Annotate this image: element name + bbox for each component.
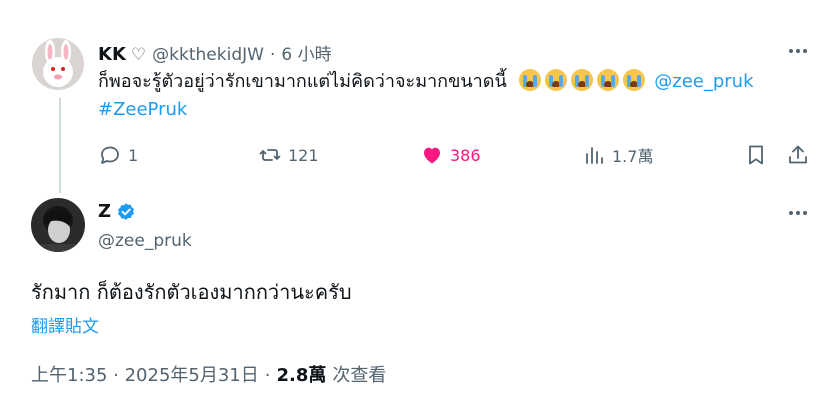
- kk-tweet-text: ก็พอจะรู้ตัวอยู่ว่ารักเขามากแต่ไม่คิดว่า…: [98, 68, 798, 124]
- loudly-crying-face-icon: [622, 69, 645, 91]
- views-count: 1.7萬: [612, 147, 654, 166]
- share-upload-icon: [789, 145, 807, 164]
- repost-icon: [259, 149, 281, 161]
- bookmark-button[interactable]: [744, 140, 768, 170]
- kk-tweet-body: ก็พอจะรู้ตัวอยู่ว่ารักเขามากแต่ไม่คิดว่า…: [98, 71, 507, 92]
- bookmark-icon: [749, 145, 763, 165]
- reply-timestamp[interactable]: 上午1:35 · 2025年5月31日: [31, 361, 259, 387]
- kk-handle[interactable]: @kkthekidJW: [152, 45, 264, 65]
- footer-separator: ·: [264, 365, 271, 386]
- kk-more-options-button[interactable]: [784, 41, 812, 61]
- zee-name-row: Z: [98, 201, 136, 222]
- heart-filled-icon: [424, 147, 440, 164]
- reply-meta-footer: 上午1:35 · 2025年5月31日 · 2.8萬 次查看: [31, 361, 386, 387]
- repost-button[interactable]: 121: [258, 140, 319, 170]
- kk-display-name[interactable]: KK: [98, 44, 126, 65]
- analytics-bars-icon: [586, 147, 603, 164]
- zee-avatar[interactable]: [31, 198, 85, 252]
- reply-views-label: 次查看: [332, 365, 387, 386]
- zee-handle-row: @zee_pruk: [98, 231, 192, 251]
- reply-views-count: 2.8萬: [276, 365, 327, 386]
- more-dots-icon: [789, 211, 807, 215]
- zee-handle[interactable]: @zee_pruk: [98, 231, 192, 251]
- share-button[interactable]: [786, 140, 810, 170]
- hashtag-link[interactable]: #ZeePruk: [98, 99, 187, 120]
- like-button[interactable]: 386: [420, 140, 481, 170]
- kk-avatar[interactable]: [32, 38, 84, 90]
- mention-link[interactable]: @zee_pruk: [654, 71, 753, 92]
- kk-tweet-time[interactable]: 6 小時: [281, 40, 331, 65]
- kk-action-bar: 1 121 386 1.7萬: [98, 140, 810, 170]
- zee-display-name[interactable]: Z: [98, 201, 111, 222]
- verified-badge-icon: [116, 202, 136, 222]
- translate-post-link[interactable]: 翻譯貼文: [31, 312, 99, 337]
- repost-count: 121: [288, 145, 319, 165]
- thread-connector-line: [59, 98, 61, 193]
- header-separator: ·: [269, 45, 276, 65]
- more-dots-icon: [789, 49, 807, 53]
- heart-outline-icon: ♡: [130, 45, 147, 65]
- views-button[interactable]: 1.7萬: [582, 140, 653, 170]
- zee-more-options-button[interactable]: [784, 203, 812, 223]
- loudly-crying-face-icon: [518, 69, 541, 91]
- loudly-crying-face-icon: [596, 69, 619, 91]
- loudly-crying-face-icon: [570, 69, 593, 91]
- loudly-crying-face-icon: [544, 69, 567, 91]
- zee-reply-text: รักมาก ก็ต้องรักตัวเองมากกว่านะครับ: [31, 280, 352, 304]
- reply-button[interactable]: 1: [98, 140, 138, 170]
- kk-tweet-header: KK ♡ @kkthekidJW · 6 小時: [98, 40, 332, 65]
- reply-bubble-icon: [101, 146, 119, 164]
- reply-count: 1: [128, 145, 139, 165]
- like-count: 386: [450, 145, 481, 165]
